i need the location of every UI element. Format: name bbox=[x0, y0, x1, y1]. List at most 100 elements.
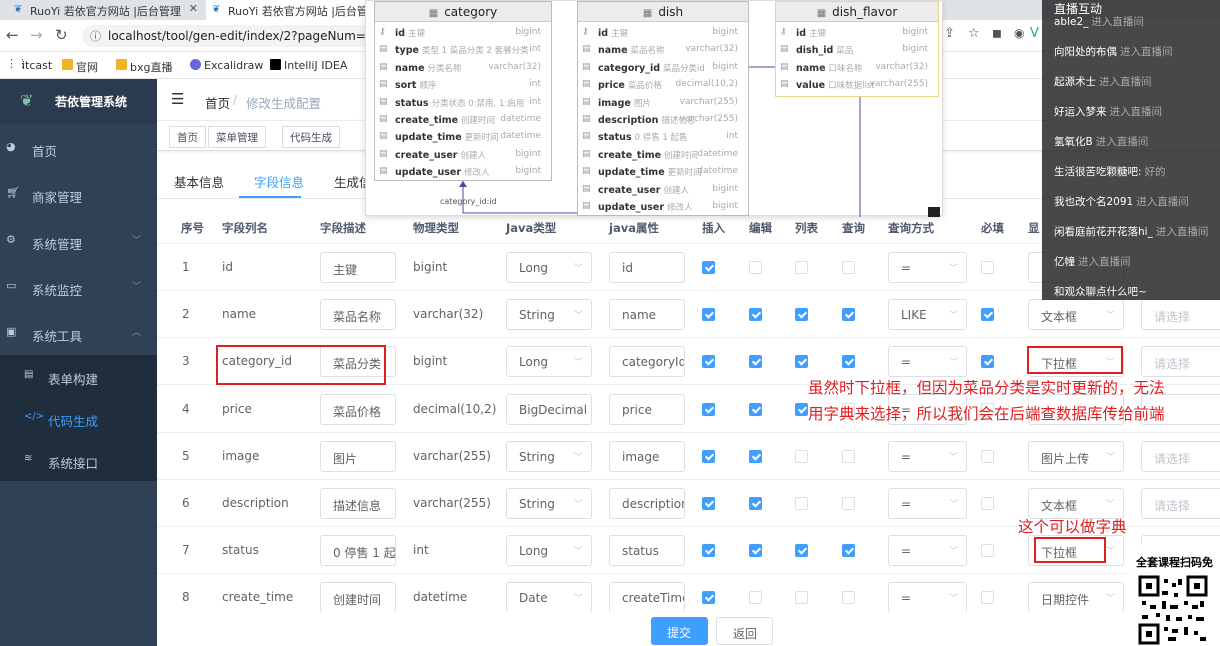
field-description-input[interactable]: 0 停售 1 起售 bbox=[320, 535, 396, 567]
edit-checkbox[interactable] bbox=[749, 497, 762, 510]
extension-icon[interactable]: ◼ bbox=[992, 26, 1002, 40]
vue-devtools-icon[interactable]: V bbox=[1030, 26, 1039, 41]
sidebar-subitem-form-build[interactable]: ▤ 表单构建 bbox=[0, 355, 157, 397]
required-checkbox[interactable] bbox=[981, 449, 994, 463]
query-type-select[interactable]: = ﹀ bbox=[888, 535, 967, 567]
dict-type-select[interactable]: 请选择 bbox=[1141, 488, 1220, 519]
insert-checkbox[interactable] bbox=[702, 308, 715, 322]
dict-type-select[interactable]: 请选择 bbox=[1141, 299, 1220, 331]
sidebar-logo[interactable]: ❦ 若依管理系统 bbox=[0, 79, 157, 124]
java-type-select[interactable]: Long ﹀ bbox=[506, 535, 592, 567]
query-checkbox[interactable] bbox=[842, 355, 855, 369]
required-checkbox[interactable] bbox=[981, 261, 994, 274]
tab-field-info[interactable]: 字段信息 bbox=[254, 172, 304, 191]
java-property-input[interactable]: status bbox=[609, 535, 685, 567]
required-checkbox[interactable] bbox=[981, 355, 994, 369]
java-type-select[interactable]: String ﹀ bbox=[506, 488, 592, 519]
list-checkbox[interactable] bbox=[795, 308, 808, 322]
sidebar-item-monitor[interactable]: ▭ 系统监控 ﹀ bbox=[0, 263, 157, 309]
list-checkbox[interactable] bbox=[795, 402, 808, 416]
sidebar-item-tools[interactable]: ▣ 系统工具 ︿ bbox=[0, 309, 157, 355]
field-description-input[interactable]: 菜品名称 bbox=[320, 299, 396, 331]
java-property-input[interactable]: id bbox=[609, 252, 685, 283]
display-type-select[interactable]: 图片上传 ﹀ bbox=[1028, 440, 1124, 472]
browser-tab-1[interactable]: ❦ RuoYi 若依官方网站 |后台管理 ✕ bbox=[8, 0, 204, 20]
bookmark-itcast[interactable]: itcast bbox=[4, 59, 52, 72]
java-type-select[interactable]: Long ﹀ bbox=[506, 346, 592, 378]
field-description-input[interactable]: 菜品价格 bbox=[320, 393, 396, 425]
query-type-select[interactable]: = ﹀ bbox=[888, 582, 967, 614]
sidebar-subitem-api[interactable]: ≋ 系统接口 bbox=[0, 439, 157, 481]
query-checkbox[interactable] bbox=[842, 308, 855, 322]
bookmark-bxg[interactable]: bxg直播 bbox=[116, 59, 172, 75]
submit-button[interactable]: 提交 bbox=[651, 617, 708, 645]
edit-checkbox[interactable] bbox=[749, 402, 762, 416]
bookmark-excalidraw[interactable]: Excalidraw bbox=[190, 59, 263, 72]
list-checkbox[interactable] bbox=[795, 591, 808, 605]
bookmark-guanwang[interactable]: 官网 bbox=[62, 59, 98, 75]
close-tab-icon[interactable]: ✕ bbox=[189, 2, 198, 15]
insert-checkbox[interactable] bbox=[702, 261, 715, 274]
java-property-input[interactable]: image bbox=[609, 440, 685, 472]
query-type-select[interactable]: = ﹀ bbox=[888, 252, 967, 283]
query-type-select[interactable]: LIKE ﹀ bbox=[888, 299, 967, 331]
java-type-select[interactable]: Long ﹀ bbox=[506, 252, 592, 283]
java-property-input[interactable]: description bbox=[609, 488, 685, 519]
query-checkbox[interactable] bbox=[842, 591, 855, 605]
share-icon[interactable]: ⇪ bbox=[944, 26, 955, 41]
java-property-input[interactable]: price bbox=[609, 393, 685, 425]
extension-icon[interactable]: ◉ bbox=[1014, 26, 1024, 40]
tag-menu-manage[interactable]: 菜单管理 bbox=[208, 126, 266, 148]
query-type-select[interactable]: = ﹀ bbox=[888, 488, 967, 519]
bookmark-intellij[interactable]: IntelliJ IDEA bbox=[270, 59, 347, 72]
list-checkbox[interactable] bbox=[795, 544, 808, 558]
query-type-select[interactable]: = ﹀ bbox=[888, 440, 967, 472]
insert-checkbox[interactable] bbox=[702, 355, 715, 369]
query-checkbox[interactable] bbox=[842, 497, 855, 510]
display-type-select[interactable]: 日期控件 ﹀ bbox=[1028, 582, 1124, 614]
query-checkbox[interactable] bbox=[842, 261, 855, 274]
insert-checkbox[interactable] bbox=[702, 544, 715, 558]
sidebar-item-home[interactable]: ◕ 首页 bbox=[0, 124, 157, 170]
insert-checkbox[interactable] bbox=[702, 497, 715, 510]
dict-type-select[interactable]: 请选择 bbox=[1141, 346, 1220, 378]
java-type-select[interactable]: BigDecimal ﹀ bbox=[506, 393, 592, 425]
edit-checkbox[interactable] bbox=[749, 355, 762, 369]
sidebar-subitem-code-gen[interactable]: </> 代码生成 bbox=[0, 397, 157, 439]
java-property-input[interactable]: name bbox=[609, 299, 685, 331]
insert-checkbox[interactable] bbox=[702, 402, 715, 416]
insert-checkbox[interactable] bbox=[702, 449, 715, 463]
java-type-select[interactable]: String ﹀ bbox=[506, 299, 592, 331]
edit-checkbox[interactable] bbox=[749, 591, 762, 605]
query-checkbox[interactable] bbox=[842, 449, 855, 463]
java-type-select[interactable]: Date ﹀ bbox=[506, 582, 592, 614]
forward-arrow-icon[interactable]: → bbox=[30, 26, 43, 44]
required-checkbox[interactable] bbox=[981, 544, 994, 558]
hamburger-icon[interactable]: ☰ bbox=[171, 90, 184, 108]
back-button[interactable]: 返回 bbox=[716, 617, 773, 645]
field-description-input[interactable]: 描述信息 bbox=[320, 488, 396, 519]
url-input[interactable]: ⓘ localhost/tool/gen-edit/index/2?pageNum… bbox=[82, 25, 372, 47]
tag-home[interactable]: 首页 bbox=[169, 126, 206, 148]
required-checkbox[interactable] bbox=[981, 497, 994, 510]
breadcrumb-home[interactable]: 首页 bbox=[205, 93, 230, 112]
list-checkbox[interactable] bbox=[795, 497, 808, 510]
field-description-input[interactable]: 图片 bbox=[320, 440, 396, 472]
insert-checkbox[interactable] bbox=[702, 591, 715, 605]
field-description-input[interactable]: 创建时间 bbox=[320, 582, 396, 614]
java-type-select[interactable]: String ﹀ bbox=[506, 440, 592, 472]
list-checkbox[interactable] bbox=[795, 355, 808, 369]
edit-checkbox[interactable] bbox=[749, 449, 762, 463]
list-checkbox[interactable] bbox=[795, 261, 808, 274]
back-arrow-icon[interactable]: ← bbox=[6, 26, 19, 44]
sidebar-item-merchant[interactable]: 🛒︎ 商家管理 bbox=[0, 170, 157, 216]
query-checkbox[interactable] bbox=[842, 544, 855, 558]
sidebar-item-system[interactable]: ⚙ 系统管理 ﹀ bbox=[0, 217, 157, 263]
reload-icon[interactable]: ↻ bbox=[55, 26, 68, 44]
edit-checkbox[interactable] bbox=[749, 308, 762, 322]
tag-code-gen[interactable]: 代码生成 bbox=[282, 126, 340, 148]
query-type-select[interactable]: = ﹀ bbox=[888, 346, 967, 378]
star-icon[interactable]: ☆ bbox=[968, 26, 980, 41]
field-description-input[interactable]: 主键 bbox=[320, 252, 396, 283]
list-checkbox[interactable] bbox=[795, 449, 808, 463]
